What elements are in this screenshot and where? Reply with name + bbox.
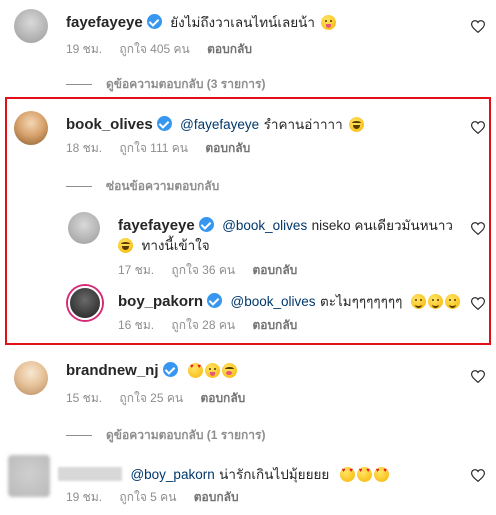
- view-replies-toggle[interactable]: ดูข้อความตอบกลับ (3 รายการ): [66, 75, 265, 94]
- comment-likes[interactable]: ถูกใจ 111 คน: [119, 141, 188, 155]
- comment-text: น่ารักเกินไปมุ้ยยยย: [219, 467, 330, 482]
- comment-likes[interactable]: ถูกใจ 5 คน: [119, 490, 176, 504]
- heart-eyes-emoji-icon: [339, 467, 355, 482]
- reply-username[interactable]: boy_pakorn: [118, 293, 203, 310]
- comment-meta: 19 ชม. ถูกใจ 405 คน ตอบกลับ: [66, 40, 266, 59]
- comment-text: ยังไม่ถึงวาเลนไทน์เลยน้า: [170, 15, 315, 30]
- avatar[interactable]: [14, 111, 48, 145]
- comment-time: 15 ชม.: [66, 391, 103, 405]
- reply-button[interactable]: ตอบกลับ: [194, 490, 239, 504]
- avatar[interactable]: [14, 361, 48, 395]
- reply-text-line2: ทางนี้เข้าใจ: [141, 238, 210, 253]
- view-replies-label[interactable]: ดูข้อความตอบกลับ (1 รายการ): [106, 428, 265, 442]
- comment-likes[interactable]: ถูกใจ 405 คน: [119, 42, 189, 56]
- avatar-blurred[interactable]: [8, 455, 50, 497]
- comment-meta: 19 ชม. ถูกใจ 5 คน ตอบกลับ: [66, 488, 253, 507]
- reply-likes[interactable]: ถูกใจ 28 คน: [171, 318, 235, 332]
- reply-meta: 17 ชม. ถูกใจ 36 คน ตอบกลับ: [118, 261, 311, 280]
- like-heart-icon[interactable]: [471, 121, 485, 134]
- comment-time: 19 ชม.: [66, 42, 103, 56]
- reply-button[interactable]: ตอบกลับ: [205, 141, 250, 155]
- reply-text: ตะไมๆๆๆๆๆๆๆ: [319, 294, 403, 309]
- like-heart-icon[interactable]: [471, 469, 485, 482]
- smile-emoji-icon: [444, 294, 460, 309]
- comment-username[interactable]: brandnew_nj: [66, 362, 159, 379]
- comment-username[interactable]: book_olives: [66, 116, 153, 133]
- like-heart-icon[interactable]: [471, 20, 485, 33]
- view-replies-label[interactable]: ดูข้อความตอบกลับ (3 รายการ): [106, 77, 265, 91]
- squinting-tongue-emoji-icon: [204, 363, 220, 378]
- divider-line: [66, 435, 92, 437]
- heart-eyes-emoji-icon: [373, 467, 389, 482]
- comment-mention-link[interactable]: @boy_pakorn: [130, 467, 214, 482]
- reply-username[interactable]: fayefayeye: [118, 217, 195, 234]
- comment-meta: 18 ชม. ถูกใจ 111 คน ตอบกลับ: [66, 139, 264, 158]
- smile-emoji-icon: [427, 294, 443, 309]
- rofl-emoji-icon: [118, 238, 133, 253]
- reply-meta: 16 ชม. ถูกใจ 28 คน ตอบกลับ: [118, 316, 311, 335]
- reply-likes[interactable]: ถูกใจ 36 คน: [171, 263, 235, 277]
- smile-emoji-icon: [410, 294, 426, 309]
- reply-text: niseko คนเดียวมันหนาว: [311, 218, 453, 233]
- divider-line: [66, 84, 92, 86]
- comment-text: รำคานอ่าาาา: [263, 117, 343, 132]
- like-heart-icon[interactable]: [471, 370, 485, 383]
- verified-badge-icon: [146, 14, 162, 29]
- like-heart-icon[interactable]: [471, 297, 485, 310]
- divider-line: [66, 186, 92, 188]
- reply-mention-link[interactable]: @book_olives: [230, 294, 315, 309]
- verified-badge-icon: [156, 116, 172, 131]
- reply-button[interactable]: ตอบกลับ: [200, 391, 245, 405]
- verified-badge-icon: [162, 362, 178, 377]
- hide-replies-toggle[interactable]: ซ่อนข้อความตอบกลับ: [66, 177, 219, 196]
- blurred-username[interactable]: [58, 467, 122, 481]
- reply-button[interactable]: ตอบกลับ: [207, 42, 252, 56]
- comment-mention-link[interactable]: @fayefayeye: [180, 117, 259, 132]
- comment-meta: 15 ชม. ถูกใจ 25 คน ตอบกลับ: [66, 389, 259, 408]
- reply-button[interactable]: ตอบกลับ: [252, 263, 297, 277]
- verified-badge-icon: [198, 217, 214, 232]
- heart-eyes-emoji-icon: [356, 467, 372, 482]
- tired-face-emoji-icon: [349, 117, 365, 132]
- reply-time: 17 ชม.: [118, 263, 155, 277]
- comment-time: 19 ชม.: [66, 490, 103, 504]
- comment-likes[interactable]: ถูกใจ 25 คน: [119, 391, 183, 405]
- comment-time: 18 ชม.: [66, 141, 103, 155]
- zany-face-emoji-icon: [221, 363, 237, 378]
- hide-replies-label[interactable]: ซ่อนข้อความตอบกลับ: [106, 179, 219, 193]
- heart-eyes-emoji-icon: [187, 363, 203, 378]
- view-replies-toggle[interactable]: ดูข้อความตอบกลับ (1 รายการ): [66, 426, 265, 445]
- avatar[interactable]: [14, 9, 48, 43]
- reply-mention-link[interactable]: @book_olives: [222, 218, 307, 233]
- squinting-tongue-emoji-icon: [321, 15, 337, 30]
- avatar-story-ring[interactable]: [68, 286, 102, 320]
- reply-button[interactable]: ตอบกลับ: [252, 318, 297, 332]
- like-heart-icon[interactable]: [471, 222, 485, 235]
- reply-time: 16 ชม.: [118, 318, 155, 332]
- verified-badge-icon: [207, 293, 223, 308]
- comment-username[interactable]: fayefayeye: [66, 14, 143, 31]
- avatar[interactable]: [68, 212, 100, 244]
